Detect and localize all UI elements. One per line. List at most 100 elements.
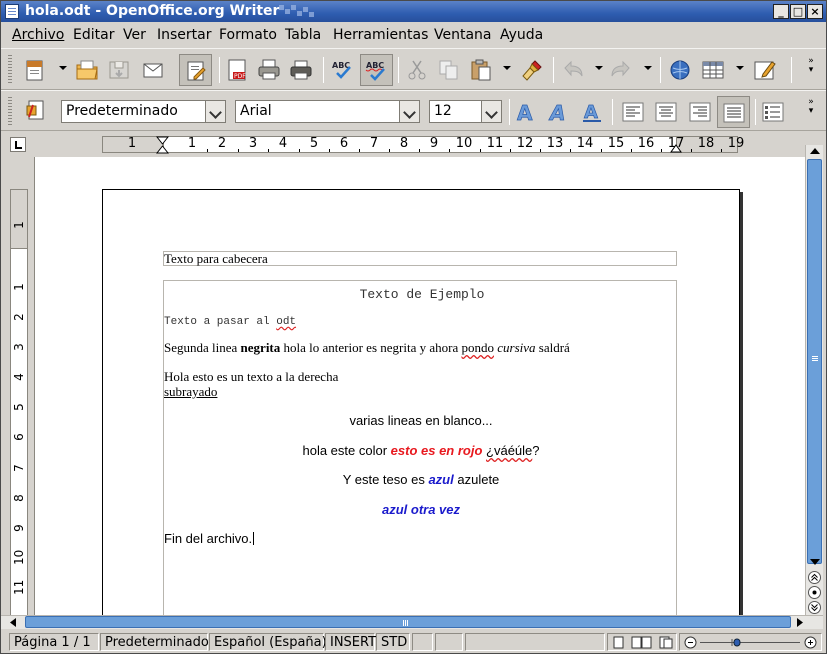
vertical-ruler[interactable]: 1 1 2 3 4 5 6 7 8 9 10 11 (1, 157, 34, 616)
view-layout-icons[interactable] (613, 636, 673, 649)
previous-page-icon[interactable] (808, 571, 821, 584)
next-page-icon[interactable] (808, 601, 821, 614)
right-indent-marker[interactable] (670, 143, 682, 153)
format-paintbrush-icon[interactable] (521, 58, 545, 82)
svg-text:A: A (517, 101, 533, 124)
separator (660, 57, 661, 83)
status-page-style[interactable]: Predeterminado (100, 633, 209, 651)
italic-icon[interactable]: A (547, 100, 571, 124)
horizontal-scrollbar[interactable] (1, 615, 823, 629)
toolbar-overflow[interactable]: » ▾ (806, 57, 816, 75)
document-page[interactable]: Texto para cabecera Texto de Ejemplo Tex… (102, 189, 740, 616)
status-page[interactable]: Página 1 / 1 (9, 633, 99, 651)
menu-archivo[interactable]: Archivo (12, 27, 64, 43)
new-document-icon[interactable] (23, 58, 47, 82)
menu-formato[interactable]: Formato (219, 27, 277, 43)
edit-mode-button[interactable] (179, 54, 212, 86)
paste-icon[interactable] (469, 58, 493, 82)
export-pdf-icon[interactable]: PDF (225, 58, 249, 82)
left-indent-marker[interactable] (156, 136, 169, 154)
scroll-down-button[interactable] (807, 556, 822, 569)
document-line-3: Hola esto es un texto a la derecha (164, 369, 339, 384)
redo-icon[interactable] (609, 58, 633, 82)
paragraph-style-select[interactable]: Predeterminado (61, 100, 226, 123)
scroll-up-button[interactable] (807, 145, 822, 158)
horizontal-scroll-thumb[interactable] (25, 616, 791, 628)
print-icon[interactable] (257, 58, 281, 82)
document-line-5: varias lineas en blanco... (349, 413, 493, 428)
navigator-icon[interactable] (668, 58, 692, 82)
table-dropdown-arrow[interactable] (736, 66, 744, 70)
vertical-scrollbar[interactable] (805, 145, 823, 616)
title-bar[interactable]: hola.odt - OpenOffice.org Writer _ □ × (1, 1, 826, 22)
toolbar-grip[interactable] (8, 97, 12, 127)
tab-stop-selector[interactable] (10, 137, 26, 152)
justify-button[interactable] (717, 96, 750, 128)
vertical-scroll-thumb[interactable] (807, 159, 822, 564)
status-zoom-slider[interactable] (679, 633, 822, 651)
paste-dropdown-arrow[interactable] (503, 66, 511, 70)
menu-tabla[interactable]: Tabla (285, 27, 321, 43)
navigation-icon[interactable] (808, 586, 821, 599)
font-name-select[interactable]: Arial (235, 100, 420, 123)
horizontal-ruler[interactable]: 1 1 2 3 4 5 6 7 8 9 10 11 12 13 14 15 16 17 18 19 (1, 132, 826, 157)
underline-icon[interactable]: A (580, 100, 604, 124)
table-icon[interactable] (701, 58, 725, 82)
menu-herramientas[interactable]: Herramientas (333, 27, 428, 43)
menu-insertar[interactable]: Insertar (157, 27, 212, 43)
font-size-select[interactable]: 12 (429, 100, 502, 123)
chevron-down-icon[interactable] (399, 101, 419, 122)
undo-dropdown-arrow[interactable] (595, 66, 603, 70)
show-draw-functions-icon[interactable] (753, 58, 777, 82)
print-preview-icon[interactable] (289, 58, 313, 82)
chevron-down-icon[interactable] (481, 101, 501, 122)
undo-icon[interactable] (561, 58, 585, 82)
toolbar-grip[interactable] (8, 55, 12, 85)
status-view-layout[interactable] (607, 633, 677, 651)
spellcheck-icon[interactable]: ABC (331, 58, 355, 82)
maximize-button[interactable]: □ (790, 4, 806, 19)
document-line-1: Texto a pasar al odt (164, 316, 297, 328)
separator (612, 99, 613, 125)
chevron-down-icon[interactable] (205, 101, 225, 122)
vruler-tick-label: 1 (12, 283, 26, 291)
zoom-slider[interactable] (684, 636, 817, 649)
vruler-tick-label: 3 (12, 343, 26, 351)
autospellcheck-button[interactable]: ABC (360, 54, 393, 86)
scroll-right-icon[interactable] (796, 618, 804, 627)
separator (553, 57, 554, 83)
menu-ventana[interactable]: Ventana (434, 27, 492, 43)
page-header[interactable]: Texto para cabecera (163, 251, 677, 266)
open-folder-icon[interactable] (75, 58, 99, 82)
document-line-7: Y este teso es azul azulete (342, 472, 500, 487)
vruler-tick-label: 2 (12, 313, 26, 321)
cut-icon[interactable] (405, 58, 429, 82)
status-insert-mode[interactable]: INSERT (325, 633, 376, 651)
toolbar-overflow[interactable]: » ▾ (806, 98, 816, 116)
separator (791, 57, 792, 83)
status-selection-mode[interactable]: STD (376, 633, 410, 651)
align-left-icon[interactable] (621, 100, 645, 124)
status-digital-signature[interactable] (435, 633, 463, 651)
copy-icon[interactable] (437, 58, 461, 82)
scroll-left-icon[interactable] (9, 618, 17, 627)
save-icon[interactable] (107, 58, 131, 82)
status-language[interactable]: Español (España) (209, 633, 327, 651)
menu-ayuda[interactable]: Ayuda (500, 27, 543, 43)
minimize-button[interactable]: _ (773, 4, 789, 19)
numbering-icon[interactable] (761, 100, 785, 124)
align-center-icon[interactable] (654, 100, 678, 124)
ruler-tick-label: 1 (127, 136, 137, 151)
redo-dropdown-arrow[interactable] (644, 66, 652, 70)
menu-ver[interactable]: Ver (123, 27, 146, 43)
menu-editar[interactable]: Editar (73, 27, 114, 43)
document-area[interactable]: Texto para cabecera Texto de Ejemplo Tex… (34, 157, 805, 616)
status-document-modified[interactable] (412, 633, 433, 651)
close-button[interactable]: × (807, 4, 823, 19)
align-right-icon[interactable] (688, 100, 712, 124)
ruler-tick-label: 7 (369, 136, 379, 151)
styles-formatting-icon[interactable] (23, 98, 47, 122)
new-dropdown-arrow[interactable] (59, 66, 67, 70)
bold-icon[interactable]: A (514, 100, 538, 124)
email-icon[interactable] (141, 58, 165, 82)
